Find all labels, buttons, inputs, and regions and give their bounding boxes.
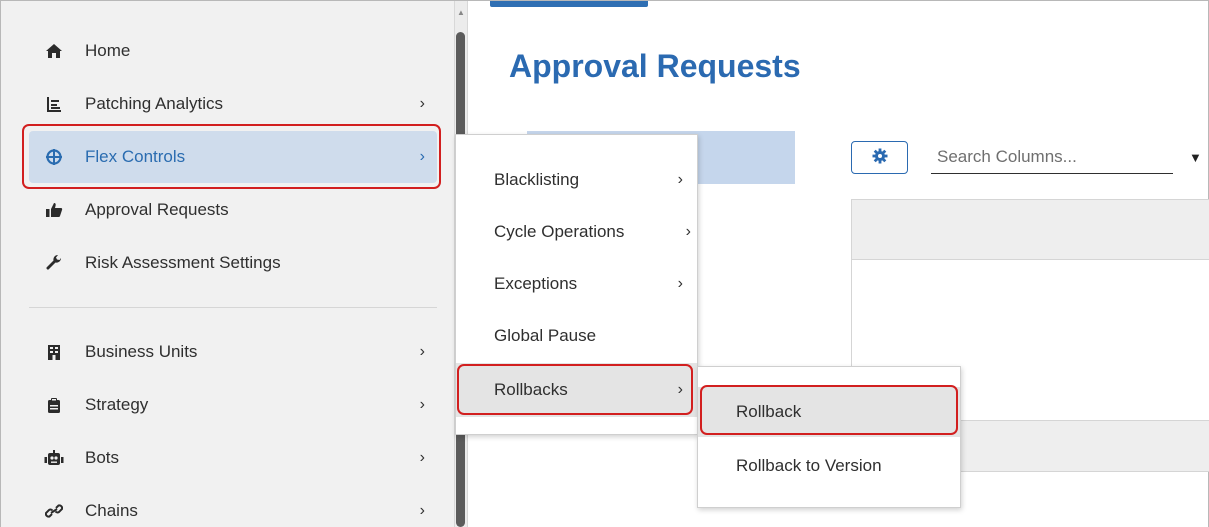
- scroll-up-arrow-icon[interactable]: ▲: [457, 8, 465, 17]
- sidebar-item-label: Risk Assessment Settings: [85, 253, 281, 272]
- sidebar-item-flex-controls[interactable]: Flex Controls ›: [29, 131, 437, 183]
- wrench-icon: [41, 253, 67, 273]
- menu-item-label: Rollbacks: [494, 380, 568, 399]
- menu-item-label: Exceptions: [494, 274, 578, 293]
- sidebar-item-label: Approval Requests: [85, 200, 229, 219]
- rollbacks-submenu: Rollback Rollback to Version: [697, 366, 961, 508]
- menu-item-label: Global Pause: [494, 326, 597, 345]
- sidebar-item-chains[interactable]: Chains ›: [29, 485, 437, 527]
- robot-icon: [41, 448, 67, 468]
- page-title: Approval Requests: [509, 48, 801, 84]
- chevron-right-icon: ›: [677, 171, 683, 188]
- building-icon: [41, 342, 67, 362]
- gear-icon: [872, 148, 888, 167]
- sidebar-item-risk-assessment-settings[interactable]: Risk Assessment Settings: [29, 237, 437, 289]
- sidebar-item-bots[interactable]: Bots ›: [29, 432, 437, 484]
- flex-controls-submenu: Blacklisting › Cycle Operations › Except…: [455, 134, 698, 435]
- menu-item-label: Rollback: [736, 402, 802, 421]
- sidebar-item-home[interactable]: Home: [29, 25, 437, 77]
- menu-item-label: Rollback to Version: [736, 456, 882, 475]
- chevron-right-icon: ›: [677, 381, 683, 398]
- link-icon: [41, 501, 67, 521]
- home-icon: [41, 41, 67, 61]
- sidebar-item-label: Bots: [85, 448, 120, 467]
- dropdown-caret-icon[interactable]: ▼: [1189, 150, 1202, 165]
- crosshair-icon: [41, 147, 67, 167]
- sidebar-item-approval-requests[interactable]: Approval Requests: [29, 184, 437, 236]
- sidebar-item-strategy[interactable]: Strategy ›: [29, 379, 437, 431]
- sidebar-item-label: Patching Analytics: [85, 94, 223, 113]
- sidebar-item-business-units[interactable]: Business Units ›: [29, 326, 437, 378]
- sidebar: Home Patching Analytics › Flex Controls …: [1, 1, 454, 527]
- chevron-right-icon: ›: [677, 275, 683, 292]
- sidebar-item-label: Strategy: [85, 395, 149, 414]
- chevron-right-icon: ›: [419, 449, 425, 466]
- search-placeholder: Search Columns...: [937, 146, 1077, 166]
- sidebar-item-patching-analytics[interactable]: Patching Analytics ›: [29, 78, 437, 130]
- menu-item-cycle-operations[interactable]: Cycle Operations ›: [456, 206, 697, 258]
- clipboard-icon: [41, 395, 67, 415]
- menu-item-rollback[interactable]: Rollback: [698, 387, 960, 437]
- menu-item-global-pause[interactable]: Global Pause: [456, 310, 697, 362]
- sidebar-divider: [29, 307, 437, 308]
- chevron-right-icon: ›: [419, 343, 425, 360]
- analytics-icon: [41, 94, 67, 114]
- menu-item-rollbacks[interactable]: Rollbacks ›: [456, 363, 697, 417]
- sidebar-item-label: Business Units: [85, 342, 198, 361]
- chevron-right-icon: ›: [685, 223, 691, 240]
- thumbs-up-icon: [41, 200, 67, 220]
- sidebar-item-label: Flex Controls: [85, 147, 186, 166]
- search-columns-input[interactable]: Search Columns...: [931, 140, 1173, 174]
- menu-item-blacklisting[interactable]: Blacklisting ›: [456, 154, 697, 206]
- menu-item-label: Blacklisting: [494, 170, 580, 189]
- chevron-right-icon: ›: [419, 95, 425, 112]
- column-settings-button[interactable]: [851, 141, 908, 174]
- menu-item-rollback-to-version[interactable]: Rollback to Version: [698, 440, 960, 492]
- chevron-right-icon: ›: [419, 396, 425, 413]
- grid-header: [851, 199, 1209, 260]
- active-tab-indicator: [490, 1, 648, 7]
- menu-item-label: Cycle Operations: [494, 222, 625, 241]
- sidebar-item-label: Home: [85, 41, 131, 60]
- sidebar-item-label: Chains: [85, 501, 138, 520]
- chevron-right-icon: ›: [419, 148, 425, 165]
- menu-item-exceptions[interactable]: Exceptions ›: [456, 258, 697, 310]
- chevron-right-icon: ›: [419, 502, 425, 519]
